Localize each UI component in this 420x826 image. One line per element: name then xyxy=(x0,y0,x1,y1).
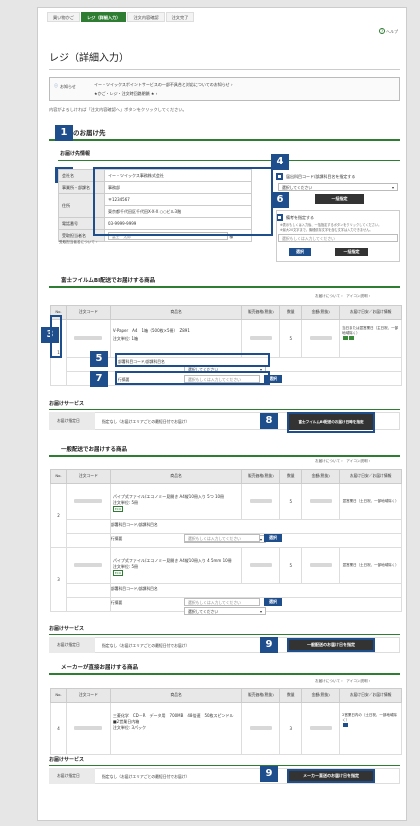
step-complete: 注文完了 xyxy=(165,12,195,22)
general-memo-input-2[interactable]: 選択もしくは入力してください xyxy=(184,598,260,606)
marker-9b: 9 xyxy=(260,766,278,782)
maker-icon xyxy=(343,723,349,727)
general-links[interactable]: お届けについて › アイコン説明 › xyxy=(315,459,370,464)
general-service-value: 指定なし（お届けエリアごとの最短日付でお届け） xyxy=(102,643,190,648)
maker-links[interactable]: お届けについて › アイコン説明 › xyxy=(315,679,370,684)
highlight-9a xyxy=(287,638,375,652)
notice-label: お知らせ xyxy=(60,84,76,89)
marker-5: 5 xyxy=(90,351,108,367)
highlight-5 xyxy=(115,353,270,367)
instruction-text: 内容がよろしければ「注文内容確認へ」ボタンをクリックしてください。 xyxy=(49,107,187,112)
delivery-icon xyxy=(343,336,349,340)
product-name[interactable]: 三菱化学 CD－R データ用 700MB 48倍速 50枚スピンドル■2営業日内… xyxy=(113,713,239,725)
eco-icon xyxy=(349,336,355,340)
maker-service-title: お届けサービス xyxy=(49,756,400,766)
highlight-7 xyxy=(115,371,270,385)
highlight-3 xyxy=(50,315,62,358)
fuji-service-value: 指定なし（お届けエリアごとの最短日付でお届け） xyxy=(102,419,190,424)
fee-checkbox[interactable] xyxy=(276,173,283,180)
memo-panel xyxy=(276,210,400,262)
step-cart[interactable]: 買い物かご xyxy=(47,12,80,22)
marker-9a: 9 xyxy=(260,637,278,653)
highlight-8 xyxy=(287,412,375,433)
notice-link-1[interactable]: イー・ツイックスポイントサービスの一部不具合と対応についてのお知らせ › xyxy=(94,82,233,88)
table-row: 2 パイプ式ファイル/エコノミー見開き A4縦10冊入り 5つ 10冊 注文単位:… xyxy=(50,483,402,548)
notice-box: ⓘ お知らせ イー・ツイックスポイントサービスの一部不具合と対応についてのお知ら… xyxy=(49,77,400,101)
highlight-2 xyxy=(93,167,273,236)
fee-label: 届出科目コード/部課科目名を指定する xyxy=(286,174,356,179)
page-title: レジ（詳細入力） xyxy=(49,53,129,64)
fuji-title: 富士フイルムBI配送でお届けする商品 xyxy=(49,276,400,288)
marker-4: 4 xyxy=(271,154,289,170)
marker-6: 6 xyxy=(271,192,289,208)
table-row: 3 パイプ式ファイル/エコノミー見開き A4縦10冊入り 4 5mm 10冊 注文… xyxy=(50,547,402,612)
general-select-button-1[interactable]: 選択 xyxy=(264,534,282,542)
general-service-title: お届けサービス xyxy=(49,625,400,635)
maker-service-key: お届け指定日 xyxy=(49,768,95,784)
fuji-links[interactable]: お届けについて › アイコン説明 › xyxy=(315,294,370,299)
info-icon: ⓘ xyxy=(54,83,58,88)
help-link[interactable]: ? ヘルプ xyxy=(379,28,398,35)
help-icon: ? xyxy=(379,28,385,34)
delivery-title: 通常のお届け先 xyxy=(49,127,400,141)
maker-table: No. 注文コード 商品名 販売価格(税抜) 数量 金額(税抜) お届け日安／お届け情報 4… xyxy=(50,688,402,755)
general-service-key: お届け指定日 xyxy=(49,637,95,653)
maker-service-value: 指定なし（お届けエリアごとの最短日付でお届け） xyxy=(102,774,190,779)
general-select-button-2[interactable]: 選択 xyxy=(264,598,282,606)
fuji-service-key: お届け指定日 xyxy=(49,412,95,430)
general-title: 一般配送でお届けする商品 xyxy=(49,445,400,457)
eco-icon: ECO xyxy=(112,506,124,512)
delivery-info-title: お届け先情報 xyxy=(58,150,400,161)
step-confirm: 注文内容確認 xyxy=(127,12,165,22)
fuji-service-title: お届けサービス xyxy=(49,400,400,410)
highlight-9b xyxy=(287,769,375,783)
general-memo-input-1[interactable]: 選択もしくは入力してください xyxy=(184,534,260,542)
step-nav: 買い物かご レジ（詳細入力） 注文内容確認 注文完了 xyxy=(47,12,195,22)
table-row: 4 三菱化学 CD－R データ用 700MB 48倍速 50枚スピンドル■2営業… xyxy=(50,702,402,755)
recipient-link[interactable]: 受取担当者名について › xyxy=(59,240,97,245)
product-name[interactable]: V-Paper A4 1箱（500枚×5冊） Z891 xyxy=(113,328,239,334)
marker-8: 8 xyxy=(260,413,278,429)
divider xyxy=(49,69,400,70)
page: 買い物かご レジ（詳細入力） 注文内容確認 注文完了 ? ヘルプ レジ（詳細入力）… xyxy=(37,7,407,821)
order-code xyxy=(74,336,103,340)
eco-icon: ECO xyxy=(112,570,124,576)
fee-select[interactable]: 選択してください xyxy=(278,183,398,191)
notice-link-2[interactable]: ★かご・レジ・注文時回路閉鎖 ★ › xyxy=(94,91,157,97)
bulk-button[interactable]: 一括指定 xyxy=(315,194,364,204)
maker-title: メーカーが直接お届けする商品 xyxy=(49,663,400,675)
marker-1: 1 xyxy=(55,125,73,141)
step-register: レジ（詳細入力） xyxy=(80,12,127,22)
general-fee-select-2[interactable]: 選択してください xyxy=(184,607,266,615)
marker-7: 7 xyxy=(90,371,108,387)
